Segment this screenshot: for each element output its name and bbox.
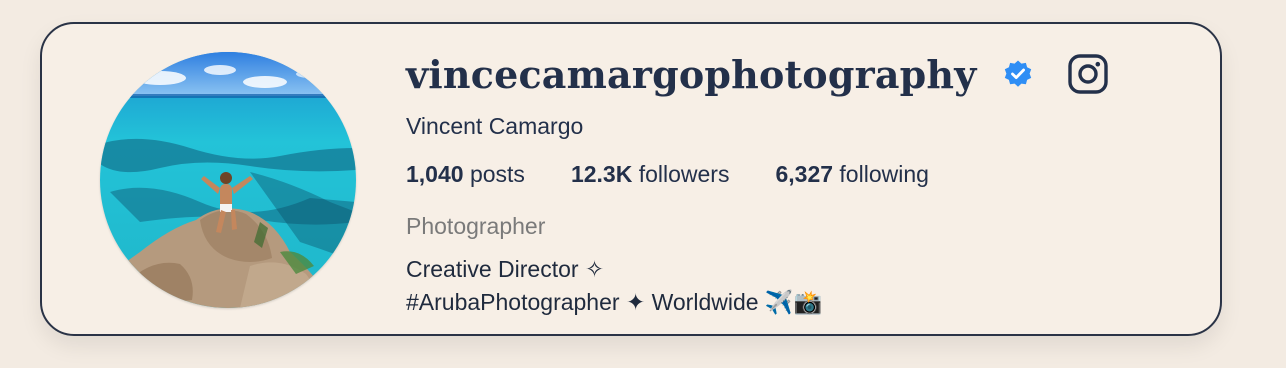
username-row: vincecamargophotography [406, 49, 1109, 99]
bio-line-2: #ArubaPhotographer ✦ Worldwide ✈️📸 [406, 289, 823, 315]
instagram-icon[interactable] [1067, 53, 1109, 95]
profile-avatar[interactable] [100, 52, 356, 308]
username[interactable]: vincecamargophotography [406, 52, 977, 97]
posts-label: posts [469, 161, 525, 187]
followers-label: followers [638, 161, 730, 187]
display-name: Vincent Camargo [406, 113, 584, 139]
following-count: 6,327 [775, 161, 834, 187]
profile-bio: Creative Director ✧ #ArubaPhotographer ✦… [406, 253, 822, 319]
posts-count: 1,040 [406, 161, 464, 187]
profile-category: Photographer [406, 213, 546, 239]
profile-card: vincecamargophotography Vincent Camargo … [40, 22, 1222, 336]
bio-line-1: Creative Director ✧ [406, 256, 605, 282]
followers-stat[interactable]: 12.3K followers [571, 161, 730, 188]
followers-count: 12.3K [570, 161, 633, 187]
profile-stats: 1,040 posts 12.3K followers 6,327 follow… [406, 161, 975, 188]
following-label: following [839, 161, 929, 187]
following-stat[interactable]: 6,327 following [775, 161, 928, 188]
posts-stat[interactable]: 1,040 posts [406, 161, 525, 188]
verified-badge-icon [1003, 59, 1033, 89]
avatar-photo [100, 52, 356, 308]
